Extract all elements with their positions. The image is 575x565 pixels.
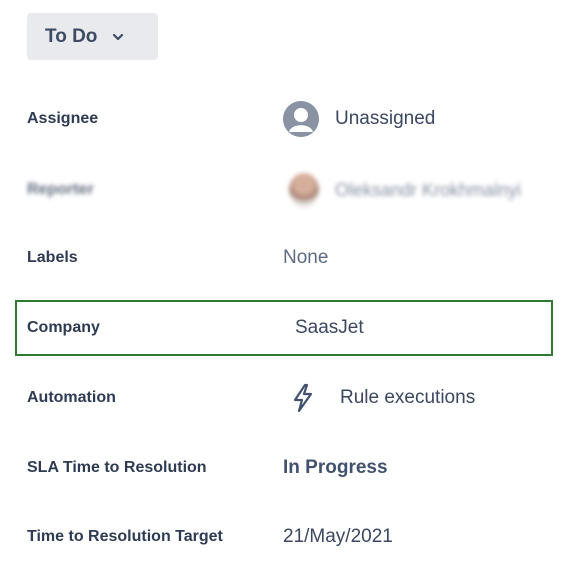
reporter-label: Reporter	[27, 181, 94, 198]
labels-label: Labels	[27, 249, 78, 266]
assignee-name: Unassigned	[335, 108, 436, 129]
reporter-name: Oleksandr Krokhmalnyi	[335, 179, 522, 200]
target-value: 21/May/2021	[283, 526, 393, 548]
company-value[interactable]: SaasJet	[295, 317, 364, 339]
reporter-avatar	[289, 173, 319, 207]
sla-row: SLA Time to Resolution In Progress	[27, 448, 557, 488]
status-label: To Do	[45, 25, 98, 47]
automation-label: Automation	[27, 389, 116, 406]
sla-label: SLA Time to Resolution	[27, 459, 207, 476]
assignee-label: Assignee	[27, 110, 99, 127]
automation-value[interactable]: Rule executions	[290, 383, 475, 413]
lightning-bolt-icon	[293, 383, 313, 413]
company-row: Company SaasJet	[27, 308, 557, 348]
reporter-value[interactable]: Oleksandr Krokhmalnyi	[289, 173, 521, 207]
automation-row: Automation Rule executions	[27, 378, 557, 418]
target-date: 21/May/2021	[283, 526, 393, 547]
labels-none-text: None	[283, 247, 329, 268]
company-name: SaasJet	[295, 317, 364, 338]
status-dropdown-button[interactable]: To Do	[27, 13, 158, 60]
chevron-down-icon	[113, 33, 124, 40]
rule-executions-link: Rule executions	[340, 387, 476, 408]
target-label: Time to Resolution Target	[27, 528, 223, 545]
sla-status-text: In Progress	[283, 457, 388, 478]
target-row: Time to Resolution Target 21/May/2021	[27, 517, 557, 557]
sla-value: In Progress	[283, 457, 388, 479]
assignee-row: Assignee Unassigned	[27, 99, 557, 139]
company-label: Company	[27, 319, 100, 336]
labels-row: Labels None	[27, 238, 557, 278]
user-avatar-icon	[283, 101, 319, 137]
labels-value[interactable]: None	[283, 247, 328, 269]
reporter-row: Reporter Oleksandr Krokhmalnyi	[27, 170, 557, 210]
assignee-value[interactable]: Unassigned	[283, 101, 435, 137]
